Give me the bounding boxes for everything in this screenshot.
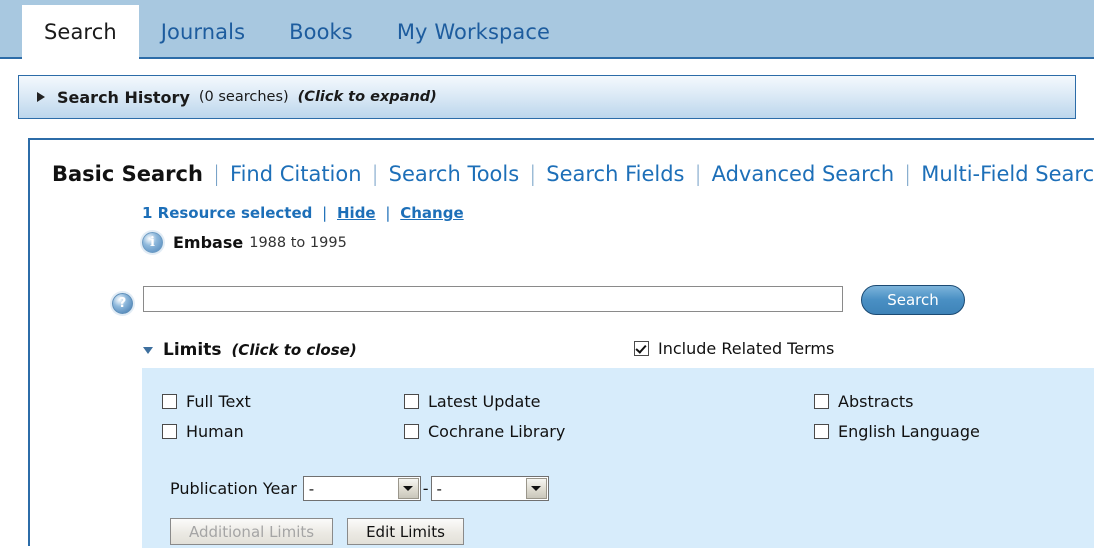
database-coverage-range: 1988 to 1995 — [249, 234, 347, 251]
tab-my-workspace[interactable]: My Workspace — [375, 5, 572, 59]
limit-human[interactable]: Human — [162, 422, 404, 441]
subtab-find-citation[interactable]: Find Citation — [220, 162, 372, 186]
publication-year-label: Publication Year — [170, 479, 297, 498]
resource-selected-count: 1 Resource selected — [142, 204, 313, 222]
subtab-basic-search[interactable]: Basic Search — [52, 162, 213, 186]
tab-books[interactable]: Books — [267, 5, 375, 59]
limit-abstracts-box[interactable] — [814, 393, 829, 409]
limit-english-language-label: English Language — [838, 421, 980, 441]
subtab-search-fields[interactable]: Search Fields — [536, 162, 694, 186]
limit-cochrane-library[interactable]: Cochrane Library — [404, 422, 814, 441]
limit-latest-update-label: Latest Update — [428, 391, 541, 411]
publication-year-from-select[interactable]: - — [302, 476, 421, 501]
limits-title: Limits — [163, 340, 222, 360]
limit-cochrane-library-box[interactable] — [404, 423, 419, 439]
limits-action-buttons: Additional Limits Edit Limits — [170, 518, 464, 545]
hide-resources-link[interactable]: Hide — [337, 204, 376, 222]
tab-journals-label: Journals — [160, 20, 246, 44]
limit-latest-update[interactable]: Latest Update — [404, 392, 814, 411]
triangle-down-icon — [143, 346, 153, 354]
publication-year-from-value: - — [308, 479, 315, 498]
additional-limits-button[interactable]: Additional Limits — [170, 518, 334, 545]
chevron-down-icon[interactable] — [397, 478, 419, 499]
publication-year-to-select[interactable]: - — [430, 476, 549, 501]
tab-search-label: Search — [44, 20, 117, 44]
selected-database-row: i Embase 1988 to 1995 — [142, 232, 347, 253]
include-related-terms-checkbox[interactable]: Include Related Terms — [634, 339, 834, 358]
tab-journals[interactable]: Journals — [139, 5, 267, 59]
resource-separator-1: | — [322, 204, 328, 222]
include-related-terms-label: Include Related Terms — [658, 339, 835, 358]
resource-separator-2: | — [385, 204, 391, 222]
subtab-separator-3: | — [529, 161, 537, 186]
resource-selection-line: 1 Resource selected | Hide | Change — [142, 204, 464, 222]
subtab-advanced-search[interactable]: Advanced Search — [702, 162, 905, 186]
search-history-bar[interactable]: Search History (0 searches) (Click to ex… — [18, 75, 1076, 119]
subtab-separator-4: | — [694, 161, 702, 186]
limits-panel: Full Text Latest Update Abstracts Human — [142, 368, 1094, 548]
info-icon: i — [142, 232, 163, 253]
edit-limits-button[interactable]: Edit Limits — [347, 518, 464, 545]
publication-year-to-value: - — [436, 479, 442, 498]
limit-english-language-box[interactable] — [814, 423, 829, 439]
basic-search-panel: Basic Search | Find Citation | Search To… — [28, 138, 1094, 548]
include-related-terms-box[interactable] — [634, 341, 649, 356]
limit-cochrane-library-label: Cochrane Library — [428, 421, 566, 441]
limit-english-language[interactable]: English Language — [814, 422, 1074, 441]
limit-abstracts[interactable]: Abstracts — [814, 392, 1074, 411]
limit-full-text-box[interactable] — [162, 393, 177, 409]
subtab-multi-field-search[interactable]: Multi-Field Search — [911, 162, 1094, 186]
search-query-row: ? Search — [30, 285, 1094, 332]
subtab-separator-1: | — [212, 161, 221, 186]
search-history-hint: (Click to expand) — [297, 89, 437, 105]
subtab-separator-5: | — [904, 161, 912, 186]
search-history-title: Search History — [57, 87, 190, 107]
help-question-icon[interactable]: ? — [112, 293, 133, 314]
limits-checkbox-grid: Full Text Latest Update Abstracts Human — [162, 386, 1082, 545]
top-navigation-bar: Search Journals Books My Workspace — [0, 0, 1094, 59]
subtab-search-tools[interactable]: Search Tools — [379, 162, 530, 186]
limits-row-2: Human Cochrane Library English Language — [162, 416, 1082, 446]
limit-latest-update-box[interactable] — [404, 393, 419, 409]
search-button[interactable]: Search — [861, 285, 965, 315]
limits-toggle-header[interactable]: Limits (Click to close) — [143, 340, 357, 360]
limits-row-1: Full Text Latest Update Abstracts — [162, 386, 1082, 416]
limit-human-label: Human — [186, 421, 244, 441]
limit-full-text-label: Full Text — [186, 391, 251, 411]
chevron-down-icon[interactable] — [525, 478, 547, 499]
publication-year-row: Publication Year - - - — [170, 476, 549, 501]
change-resources-link[interactable]: Change — [400, 204, 463, 222]
limit-full-text[interactable]: Full Text — [162, 392, 404, 411]
limit-human-box[interactable] — [162, 423, 177, 439]
triangle-right-icon — [37, 92, 45, 102]
top-tab-list: Search Journals Books My Workspace — [22, 5, 572, 59]
search-mode-tabs: Basic Search | Find Citation | Search To… — [52, 158, 1094, 190]
search-history-count: (0 searches) — [198, 89, 289, 105]
limit-abstracts-label: Abstracts — [838, 391, 914, 411]
tab-my-workspace-label: My Workspace — [396, 20, 551, 44]
limits-hint: (Click to close) — [231, 341, 357, 359]
tab-search[interactable]: Search — [22, 5, 139, 59]
publication-year-separator: - — [422, 479, 429, 498]
search-input[interactable] — [143, 286, 843, 312]
database-name: Embase — [173, 233, 244, 252]
tab-books-label: Books — [289, 20, 353, 44]
subtab-separator-2: | — [371, 161, 379, 186]
